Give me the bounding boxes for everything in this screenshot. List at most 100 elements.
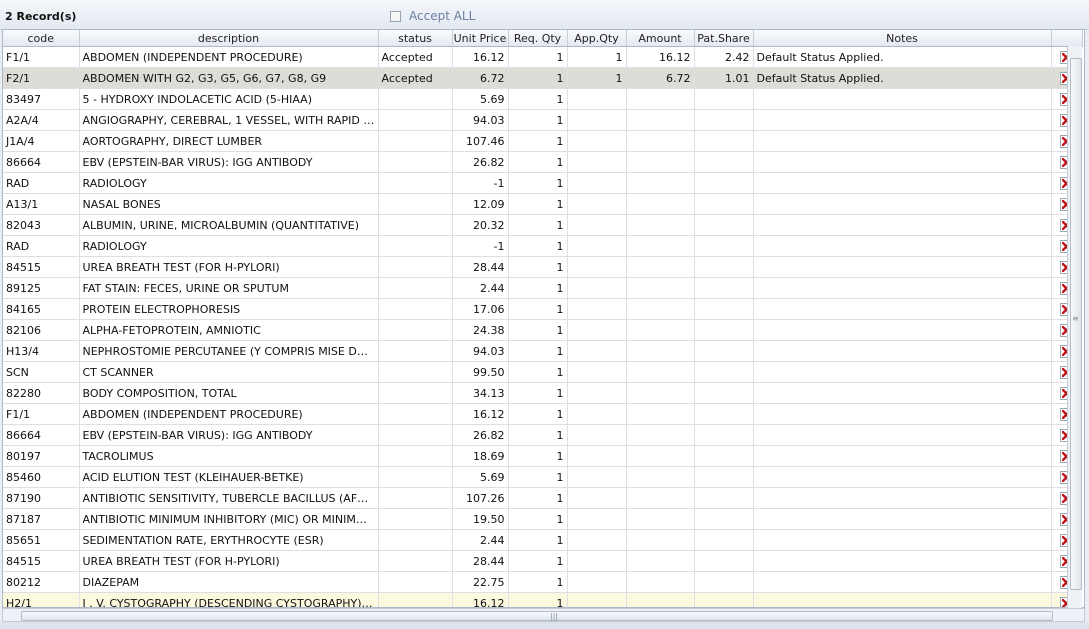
cell-status[interactable] [378,403,453,425]
cell-status[interactable] [378,550,453,572]
cell-app-qty[interactable] [567,550,627,572]
cell-app-qty[interactable] [567,235,627,257]
cell-code[interactable]: 82280 [3,382,80,404]
table-row[interactable]: F2/1 ABDOMEN WITH G2, G3, G5, G6, G7, G8,… [3,67,1082,89]
cell-code[interactable]: 87187 [3,508,80,530]
cell-notes[interactable] [753,193,1052,215]
cell-status[interactable] [378,445,453,467]
cell-req-qty[interactable]: 1 [508,445,568,467]
table-row[interactable]: 80212 DIAZEPAM 22.75 1 [3,571,1082,593]
cell-pat-share[interactable] [694,592,754,607]
cell-code[interactable]: 86664 [3,424,80,446]
cell-status[interactable] [378,151,453,173]
cell-description[interactable]: EBV (EPSTEIN-BAR VIRUS): IGG ANTIBODY [79,151,379,173]
cell-unit-price[interactable]: 16.12 [452,592,509,607]
cell-app-qty[interactable] [567,361,627,383]
cell-description[interactable]: NASAL BONES [79,193,379,215]
cell-app-qty[interactable] [567,445,627,467]
cell-status[interactable] [378,508,453,530]
cell-status[interactable] [378,340,453,362]
cell-code[interactable]: F1/1 [3,46,80,68]
cell-description[interactable]: TACROLIMUS [79,445,379,467]
cell-status[interactable] [378,319,453,341]
horizontal-scrollbar[interactable]: ||| [2,608,1085,622]
cell-amount[interactable] [626,571,695,593]
cell-req-qty[interactable]: 1 [508,109,568,131]
cell-notes[interactable] [753,550,1052,572]
cell-app-qty[interactable] [567,193,627,215]
cell-unit-price[interactable]: -1 [452,172,509,194]
cell-code[interactable]: H13/4 [3,340,80,362]
cell-status[interactable] [378,88,453,110]
cell-description[interactable]: ACID ELUTION TEST (KLEIHAUER-BETKE) [79,466,379,488]
cell-description[interactable]: UREA BREATH TEST (FOR H-PYLORI) [79,256,379,278]
cell-unit-price[interactable]: 17.06 [452,298,509,320]
cell-pat-share[interactable] [694,550,754,572]
cell-notes[interactable] [753,424,1052,446]
cell-code[interactable]: 89125 [3,277,80,299]
cell-app-qty[interactable] [567,571,627,593]
cell-unit-price[interactable]: 28.44 [452,550,509,572]
cell-code[interactable]: 82043 [3,214,80,236]
cell-app-qty[interactable] [567,298,627,320]
cell-description[interactable]: ANTIBIOTIC SENSITIVITY, TUBERCLE BACILLU… [79,487,379,509]
cell-notes[interactable]: Default Status Applied. [753,67,1052,89]
cell-pat-share[interactable] [694,466,754,488]
vertical-scroll-thumb[interactable]: ≡ [1070,58,1082,590]
cell-req-qty[interactable]: 1 [508,319,568,341]
cell-app-qty[interactable] [567,130,627,152]
cell-req-qty[interactable]: 1 [508,214,568,236]
cell-unit-price[interactable]: 16.12 [452,403,509,425]
cell-app-qty[interactable]: 1 [567,67,627,89]
cell-status[interactable]: Accepted [378,67,453,89]
cell-app-qty[interactable] [567,109,627,131]
cell-description[interactable]: I . V. CYSTOGRAPHY (DESCENDING CYSTOGRAP… [79,592,379,607]
cell-amount[interactable] [626,298,695,320]
table-row[interactable]: SCN CT SCANNER 99.50 1 [3,361,1082,383]
cell-code[interactable]: 87190 [3,487,80,509]
horizontal-scroll-thumb[interactable]: ||| [21,611,1053,621]
cell-unit-price[interactable]: 5.69 [452,88,509,110]
cell-app-qty[interactable] [567,529,627,551]
cell-notes[interactable] [753,109,1052,131]
cell-description[interactable]: DIAZEPAM [79,571,379,593]
cell-status[interactable] [378,130,453,152]
cell-app-qty[interactable] [567,466,627,488]
cell-pat-share[interactable] [694,424,754,446]
cell-req-qty[interactable]: 1 [508,130,568,152]
cell-app-qty[interactable] [567,487,627,509]
cell-unit-price[interactable]: 2.44 [452,529,509,551]
cell-pat-share[interactable] [694,130,754,152]
cell-unit-price[interactable]: 94.03 [452,109,509,131]
cell-unit-price[interactable]: 2.44 [452,277,509,299]
column-header-status[interactable]: status [378,30,453,47]
table-row[interactable]: 86664 EBV (EPSTEIN-BAR VIRUS): IGG ANTIBO… [3,151,1082,173]
cell-status[interactable] [378,382,453,404]
cell-description[interactable]: ALPHA-FETOPROTEIN, AMNIOTIC [79,319,379,341]
cell-app-qty[interactable] [567,382,627,404]
cell-req-qty[interactable]: 1 [508,361,568,383]
cell-pat-share[interactable] [694,319,754,341]
cell-app-qty[interactable] [567,508,627,530]
cell-notes[interactable] [753,151,1052,173]
cell-description[interactable]: RADIOLOGY [79,235,379,257]
cell-amount[interactable] [626,256,695,278]
cell-amount[interactable] [626,340,695,362]
accept-all-label[interactable]: Accept ALL [409,9,475,23]
table-row[interactable]: 80197 TACROLIMUS 18.69 1 [3,445,1082,467]
cell-pat-share[interactable] [694,361,754,383]
cell-status[interactable] [378,256,453,278]
cell-pat-share[interactable] [694,487,754,509]
cell-pat-share[interactable]: 2.42 [694,46,754,68]
cell-description[interactable]: SEDIMENTATION RATE, ERYTHROCYTE (ESR) [79,529,379,551]
cell-description[interactable]: ABDOMEN (INDEPENDENT PROCEDURE) [79,46,379,68]
table-row[interactable]: 82043 ALBUMIN, URINE, MICROALBUMIN (QUANT… [3,214,1082,236]
cell-status[interactable] [378,571,453,593]
cell-pat-share[interactable] [694,235,754,257]
cell-app-qty[interactable] [567,88,627,110]
cell-status[interactable] [378,214,453,236]
cell-unit-price[interactable]: 26.82 [452,424,509,446]
column-header-unit-price[interactable]: Unit Price [452,30,509,47]
cell-req-qty[interactable]: 1 [508,592,568,607]
cell-notes[interactable] [753,382,1052,404]
